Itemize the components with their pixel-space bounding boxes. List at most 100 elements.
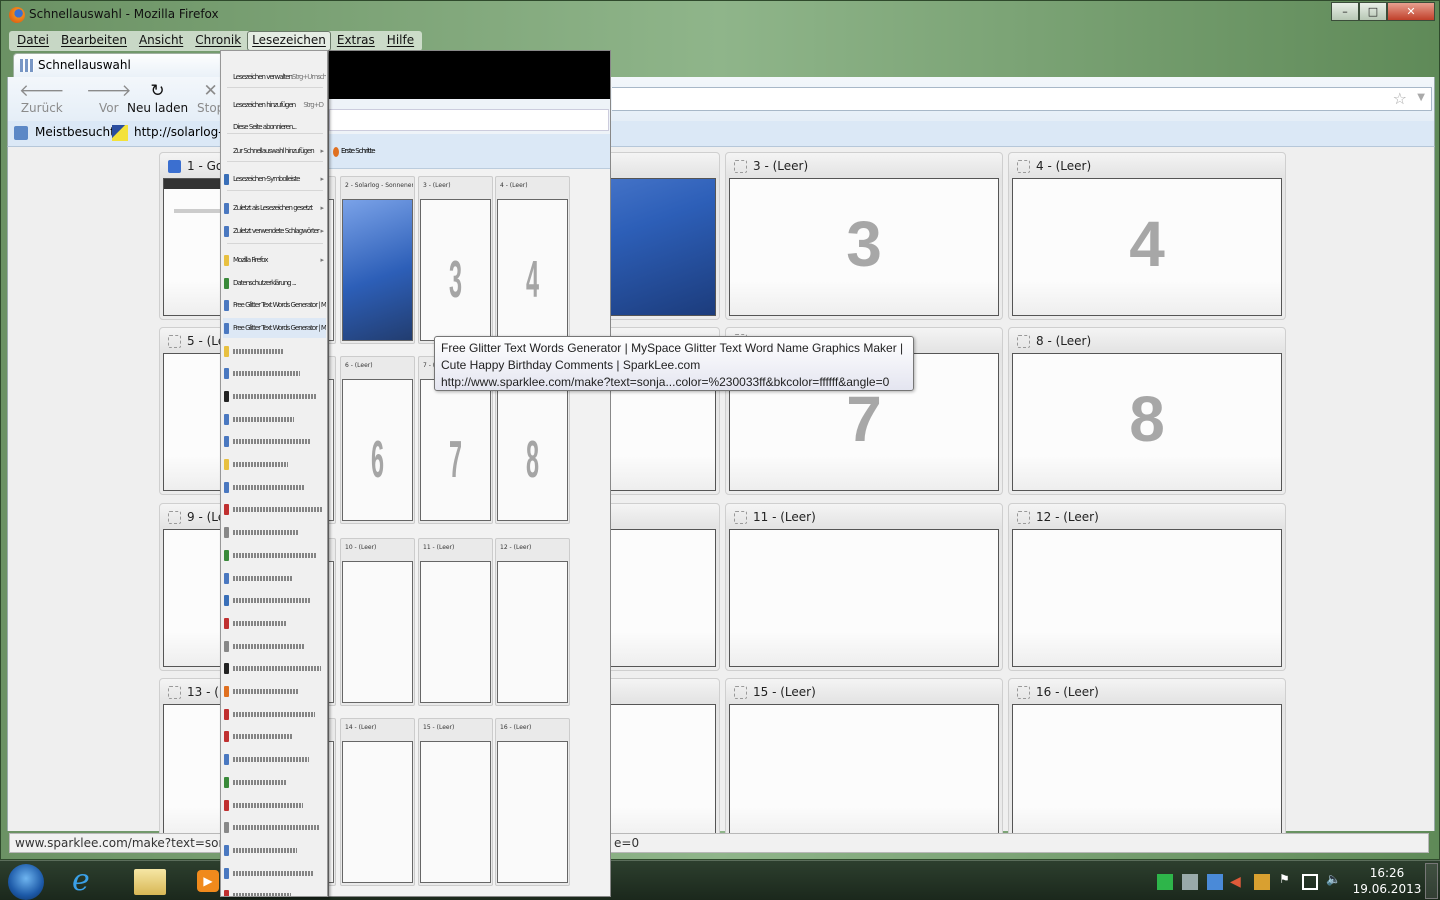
speed-dial-tile[interactable]: 11 - (Leer) (725, 503, 1003, 671)
bookmark-most-visited[interactable]: Meistbesucht (35, 125, 115, 139)
bookmarks-menu-item[interactable] (223, 386, 326, 406)
tab-schnellauswahl[interactable]: Schnellauswahl (13, 53, 228, 77)
bookmarks-menu-item[interactable]: Diese Seite abonnieren... (223, 117, 326, 137)
bookmarks-menu-item[interactable] (223, 795, 326, 815)
speed-dial-tile[interactable]: 8 - (Leer) 8 (1008, 327, 1286, 495)
bookmarks-menu-item[interactable]: Lesezeichen hinzufügen Strg+D (223, 95, 326, 115)
bookmarks-menu-item[interactable] (223, 477, 326, 497)
forward-button[interactable]: 🡒 Vor (86, 81, 132, 115)
preview-black-area (329, 51, 610, 99)
bookmarks-menu-item[interactable]: Mozilla Firefox ▸ (223, 250, 326, 270)
tray-lock-icon[interactable] (1254, 874, 1270, 890)
preview-tile: 11 - (Leer) (418, 538, 493, 706)
star-icon[interactable]: ☆ (1393, 89, 1407, 108)
bookmarks-menu-item[interactable]: Zuletzt als Lesezeichen gesetzt ▸ (223, 198, 326, 218)
bookmarks-menu-item[interactable] (223, 523, 326, 543)
tray-sync-icon[interactable] (1157, 874, 1173, 890)
clock-date: 19.06.2013 (1352, 882, 1422, 896)
status-url: www.sparklee.com/make?text=sonja&f (15, 836, 251, 850)
bookmarks-menu-item[interactable] (223, 727, 326, 747)
bookmarks-menu-item[interactable] (223, 863, 326, 883)
tile-thumbnail[interactable]: 8 (1012, 353, 1282, 491)
tile-thumbnail[interactable] (1012, 529, 1282, 667)
bookmarks-menu-item[interactable] (223, 840, 326, 860)
url-bar[interactable]: ☆ ▼ (612, 87, 1432, 111)
minimize-button[interactable]: – (1331, 2, 1359, 21)
tray-network-icon[interactable] (1302, 874, 1318, 890)
preview-tile: 16 - (Leer) (495, 718, 570, 886)
speed-dial-icon (20, 59, 34, 72)
close-button[interactable]: ✕ (1387, 2, 1435, 21)
bookmarks-menu-item[interactable]: Lesezeichen verwaltenStrg+Umschalt+B (223, 67, 326, 87)
speed-dial-tile[interactable]: 16 - (Leer) (1008, 678, 1286, 846)
tray-usb-icon[interactable] (1182, 874, 1198, 890)
bookmarks-menu-item[interactable]: Lesezeichen-Symbolleiste ▸ (223, 169, 326, 189)
tile-label: 16 - (Leer) (1036, 685, 1099, 699)
tray-update-icon[interactable] (1207, 874, 1223, 890)
menu-ansicht[interactable]: Ansicht (133, 31, 189, 51)
preview-tile-number: 8 (525, 431, 540, 489)
bookmark-icon (224, 527, 229, 539)
menu-chronik[interactable]: Chronik (189, 31, 247, 51)
speed-dial-tile[interactable]: 3 - (Leer) 3 (725, 152, 1003, 320)
bookmarks-menu-item[interactable] (223, 341, 326, 361)
maximize-button[interactable]: □ (1359, 2, 1387, 21)
bookmarks-menu-item[interactable] (223, 568, 326, 588)
bookmarks-menu-item[interactable] (223, 591, 326, 611)
reload-button[interactable]: ↻ Neu laden (127, 81, 188, 115)
menu-bearbeiten[interactable]: Bearbeiten (55, 31, 133, 51)
bookmarks-menu-item[interactable] (223, 364, 326, 384)
bookmarks-menu-item[interactable] (223, 613, 326, 633)
bookmarks-menu-item[interactable] (223, 432, 326, 452)
bookmarks-menu-item[interactable] (223, 750, 326, 770)
menu-hilfe[interactable]: Hilfe (381, 31, 420, 51)
bookmarks-menu-item[interactable] (223, 659, 326, 679)
bookmarks-menu-item[interactable] (223, 818, 326, 838)
arrow-left-icon: 🡐 (19, 81, 65, 101)
bookmark-solarlog[interactable]: http://solarlog-h (134, 125, 230, 139)
bookmarks-menu-item[interactable] (223, 500, 326, 520)
back-button[interactable]: 🡐 Zurück (19, 81, 65, 115)
bookmarks-menu-item[interactable] (223, 682, 326, 702)
show-desktop-button[interactable] (1425, 863, 1438, 899)
tile-number: 4 (1129, 208, 1165, 280)
bookmarks-menu-item[interactable]: Zur Schnellauswahl hinzufügen ▸ (223, 141, 326, 161)
speed-dial-tile[interactable]: 15 - (Leer) (725, 678, 1003, 846)
preview-tile: 4 - (Leer) 4 (495, 176, 570, 344)
preview-url-bar (329, 109, 609, 131)
tray-volume-icon[interactable]: 🔈 (1326, 872, 1342, 888)
bookmarks-menu-item[interactable]: Free Glitter Text Words Generator | MySp… (223, 295, 326, 315)
tile-thumbnail[interactable] (729, 704, 999, 842)
tile-thumbnail[interactable] (1012, 704, 1282, 842)
menu-separator (227, 161, 323, 162)
bookmarks-menu-item[interactable] (223, 704, 326, 724)
bookmarks-menu-item[interactable] (223, 772, 326, 792)
menu-datei[interactable]: Datei (11, 31, 55, 51)
explorer-icon[interactable] (134, 869, 166, 895)
speed-dial-tile[interactable]: 4 - (Leer) 4 (1008, 152, 1286, 320)
bookmarks-menu-item[interactable] (223, 545, 326, 565)
menu-extras[interactable]: Extras (331, 31, 381, 51)
start-button[interactable] (8, 864, 44, 900)
media-player-icon[interactable]: ▶ (197, 870, 219, 892)
tile-thumbnail[interactable] (729, 529, 999, 667)
empty-favicon-icon (168, 685, 181, 699)
menu-lesezeichen[interactable]: Lesezeichen (247, 31, 331, 51)
tray-flag-icon[interactable]: ⚑ (1279, 872, 1295, 888)
bookmark-icon (224, 754, 229, 766)
menu-item-shortcut: Strg+Umschalt+B (292, 73, 326, 81)
tray-speaker-muted-icon[interactable]: ◀ (1230, 874, 1246, 890)
tile-thumbnail[interactable]: 4 (1012, 178, 1282, 316)
tile-thumbnail[interactable]: 3 (729, 178, 999, 316)
bookmarks-menu-item[interactable] (223, 455, 326, 475)
bookmarks-menu-item[interactable]: Free Glitter Text Words Generator | MySp… (223, 318, 326, 338)
clock[interactable]: 16:26 19.06.2013 (1352, 865, 1422, 897)
bookmarks-menu-item[interactable]: Zuletzt verwendete Schlagwörter ▸ (223, 221, 326, 241)
bookmarks-menu-item[interactable] (223, 886, 326, 896)
dropdown-arrow-icon[interactable]: ▼ (1417, 92, 1425, 103)
bookmarks-menu-item[interactable]: Datenschutzerklärung ... (223, 273, 326, 293)
speed-dial-tile[interactable]: 12 - (Leer) (1008, 503, 1286, 671)
internet-explorer-icon[interactable]: e (72, 863, 90, 898)
bookmarks-menu-item[interactable] (223, 409, 326, 429)
bookmarks-menu-item[interactable] (223, 636, 326, 656)
